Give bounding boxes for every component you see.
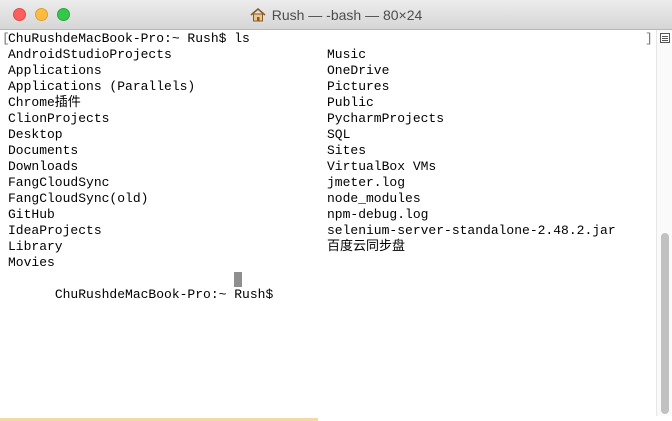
listing-entry: Desktop bbox=[8, 127, 63, 142]
mark-bracket-right: ] bbox=[645, 31, 653, 46]
listing-entry: Chrome插件 bbox=[8, 95, 81, 110]
marks-menu-icon[interactable] bbox=[660, 33, 670, 43]
listing-entry: VirtualBox VMs bbox=[327, 159, 437, 174]
listing-entry: Downloads bbox=[8, 159, 79, 174]
listing-entry: FangCloudSync(old) bbox=[8, 191, 149, 206]
listing-entry: Applications (Parallels) bbox=[8, 79, 196, 94]
listing-entry: AndroidStudioProjects bbox=[8, 47, 172, 62]
listing-entry: Music bbox=[327, 47, 367, 62]
listing-entry: Documents bbox=[8, 143, 79, 158]
prompt-text: ChuRushdeMacBook-Pro:~ Rush$ bbox=[54, 287, 282, 302]
title-bar[interactable]: Rush — -bash — 80×24 bbox=[0, 0, 672, 30]
listing-entry: Library bbox=[8, 239, 63, 254]
listing-entry: IdeaProjects bbox=[8, 223, 102, 238]
command-line: ChuRushdeMacBook-Pro:~ Rush$ ls bbox=[8, 31, 250, 46]
window-title: Rush — -bash — 80×24 bbox=[271, 7, 423, 23]
listing-entry: 百度云同步盘 bbox=[327, 239, 406, 254]
listing-entry: npm-debug.log bbox=[327, 207, 429, 222]
listing-entry: ClionProjects bbox=[8, 111, 110, 126]
terminal-output[interactable]: [ ] ChuRushdeMacBook-Pro:~ Rush$ ls Andr… bbox=[0, 30, 654, 416]
text-cursor bbox=[234, 272, 243, 287]
scroll-thumb[interactable] bbox=[661, 233, 669, 414]
listing-entry: Applications bbox=[8, 63, 102, 78]
listing-entry: selenium-server-standalone-2.48.2.jar bbox=[327, 223, 616, 238]
window-title-area: Rush — -bash — 80×24 bbox=[0, 7, 672, 23]
listing-entry: Movies bbox=[8, 255, 55, 270]
listing-entry: SQL bbox=[327, 127, 351, 142]
listing-entry: Sites bbox=[327, 143, 367, 158]
listing-entry: GitHub bbox=[8, 207, 55, 222]
vertical-scrollbar[interactable] bbox=[656, 30, 672, 416]
home-icon bbox=[250, 7, 266, 22]
listing-entry: Public bbox=[327, 95, 374, 110]
terminal-window: Rush — -bash — 80×24 [ ] ChuRushdeMacBoo… bbox=[0, 0, 672, 421]
listing-entry: node_modules bbox=[327, 191, 421, 206]
listing-entry: Pictures bbox=[327, 79, 390, 94]
listing-entry: jmeter.log bbox=[327, 175, 406, 190]
listing-entry: FangCloudSync bbox=[8, 175, 110, 190]
listing-entry: OneDrive bbox=[327, 63, 390, 78]
listing-entry: PycharmProjects bbox=[327, 111, 445, 126]
